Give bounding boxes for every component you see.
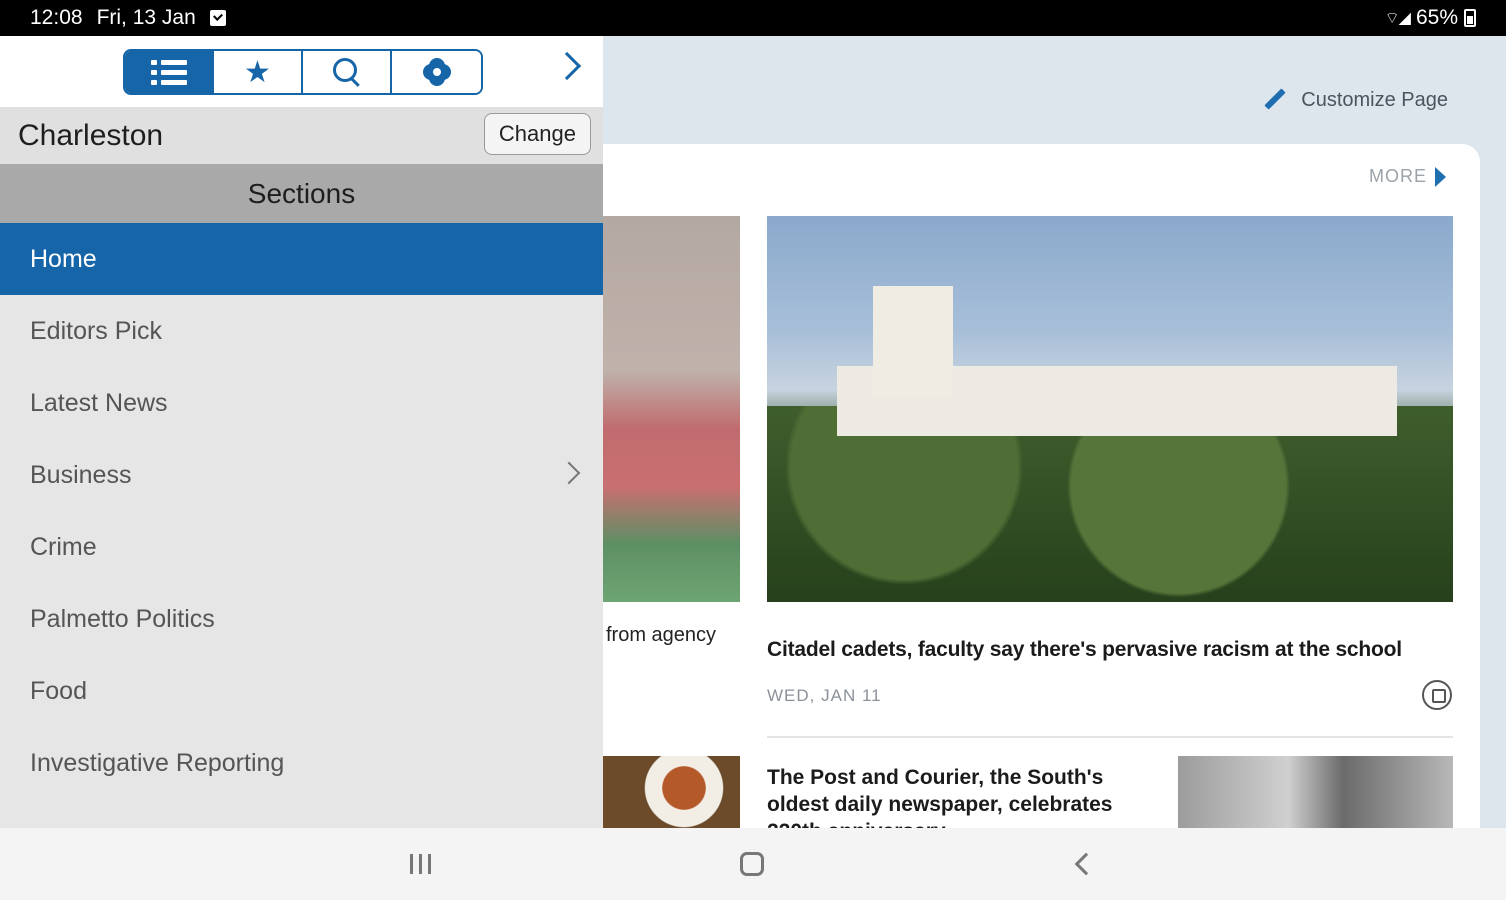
status-date: Fri, 13 Jan xyxy=(96,6,196,29)
second-story-thumbnail[interactable] xyxy=(1178,756,1453,836)
status-bar: 12:08 Fri, 13 Jan ⌔◢ 65% xyxy=(0,0,1506,36)
food-thumbnail[interactable] xyxy=(600,756,740,836)
location-bar: Charleston Change xyxy=(0,107,603,164)
tower-image-part xyxy=(873,286,953,396)
status-time: 12:08 xyxy=(30,6,83,29)
menu-item-label: Editors Pick xyxy=(30,316,162,345)
customize-page-button[interactable]: Customize Page xyxy=(1263,88,1448,112)
menu-item-label: Food xyxy=(30,676,87,705)
menu-item-home[interactable]: Home xyxy=(0,223,603,295)
notification-icon xyxy=(209,10,226,26)
menu-item-investigative-reporting[interactable]: Investigative Reporting xyxy=(0,727,603,799)
lead-story-image[interactable] xyxy=(767,216,1453,602)
second-story-headline[interactable]: The Post and Courier, the South's oldest… xyxy=(767,764,1167,832)
wifi-signal-icon: ⌔◢ xyxy=(1384,10,1411,27)
drawer-toolbar: ★ xyxy=(0,36,603,107)
menu-item-label: Business xyxy=(30,460,132,489)
change-location-button[interactable]: Change xyxy=(483,113,591,155)
menu-item-food[interactable]: Food xyxy=(0,655,603,727)
menu-item-editors-pick[interactable]: Editors Pick xyxy=(0,295,603,367)
menu-item-label: Investigative Reporting xyxy=(30,748,285,777)
navigation-drawer: ★ Charleston Change Sections Home Editor… xyxy=(0,36,603,828)
menu-item-crime[interactable]: Crime xyxy=(0,511,603,583)
divider xyxy=(767,736,1453,738)
battery-icon xyxy=(1464,9,1476,27)
search-icon xyxy=(332,58,361,86)
sections-header: Sections xyxy=(0,164,603,223)
drawer-tab-group: ★ xyxy=(123,49,483,95)
close-drawer-chevron-right-icon[interactable] xyxy=(552,51,582,81)
star-icon: ★ xyxy=(244,55,271,89)
gear-icon xyxy=(422,57,452,87)
menu-item-label: Home xyxy=(30,244,97,273)
settings-tab-button[interactable] xyxy=(392,51,481,93)
system-navigation-bar xyxy=(0,828,1506,900)
menu-item-latest-news[interactable]: Latest News xyxy=(0,367,603,439)
lead-story-headline[interactable]: Citadel cadets, faculty say there's perv… xyxy=(767,638,1402,662)
pencil-icon xyxy=(1263,88,1287,112)
list-icon xyxy=(150,59,187,85)
news-card: MORE from agency Citadel cadets, faculty… xyxy=(560,144,1480,844)
back-icon[interactable] xyxy=(1074,852,1098,876)
location-name: Charleston xyxy=(18,118,164,152)
recents-icon[interactable] xyxy=(410,854,434,874)
arrow-right-icon xyxy=(1435,166,1446,187)
customize-page-label: Customize Page xyxy=(1301,88,1448,111)
home-icon[interactable] xyxy=(740,852,764,876)
search-tab-button[interactable] xyxy=(303,51,392,93)
sections-tab-button[interactable] xyxy=(125,51,214,93)
favorites-tab-button[interactable]: ★ xyxy=(214,51,303,93)
menu-item-palmetto-politics[interactable]: Palmetto Politics xyxy=(0,583,603,655)
menu-item-label: Latest News xyxy=(30,388,168,417)
more-link[interactable]: MORE xyxy=(1369,166,1446,187)
menu-item-business[interactable]: Business xyxy=(0,439,603,511)
save-article-icon[interactable] xyxy=(1422,680,1452,710)
chevron-right-icon xyxy=(557,461,581,485)
battery-level: 65% xyxy=(1415,6,1458,29)
lead-story-date: WED, JAN 11 xyxy=(767,686,882,705)
story-teaser-left[interactable]: from agency xyxy=(606,624,716,647)
story-thumbnail-left[interactable] xyxy=(600,216,740,602)
more-label: MORE xyxy=(1369,166,1427,186)
menu-item-label: Crime xyxy=(30,532,97,561)
menu-item-label: Palmetto Politics xyxy=(30,604,215,633)
